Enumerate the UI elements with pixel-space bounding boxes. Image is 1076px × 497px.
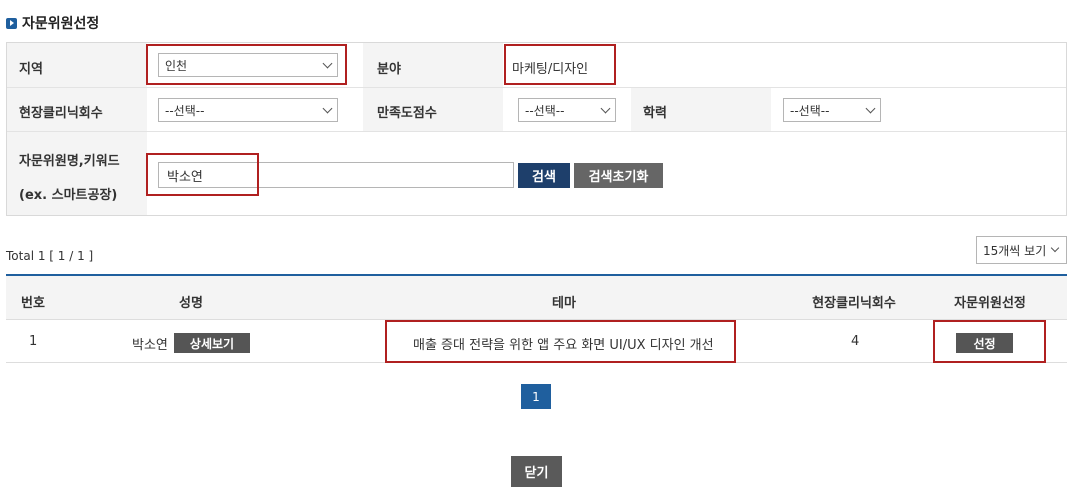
chevron-down-icon xyxy=(600,103,611,114)
page-size-select[interactable]: 15개씩 보기 xyxy=(976,236,1067,264)
results-table-header: 번호 성명 테마 현장클리닉회수 자문위원선정 xyxy=(6,274,1067,320)
clinic-count-label: 현장클리닉회수 xyxy=(19,106,103,121)
pagination-current-page[interactable]: 1 xyxy=(521,384,551,409)
column-header-select: 자문위원선정 xyxy=(954,296,1026,311)
clinic-count-select-value: --선택-- xyxy=(165,103,205,118)
row-clinic-count: 4 xyxy=(851,334,860,349)
education-select[interactable]: --선택-- xyxy=(783,98,881,122)
highlight-box xyxy=(146,44,347,85)
chevron-down-icon xyxy=(865,103,876,114)
keyword-label: 자문위원명,키워드 xyxy=(19,154,120,169)
page-title: 자문위원선정 xyxy=(6,13,99,33)
total-count: Total 1 [ 1 / 1 ] xyxy=(6,249,94,263)
region-label: 지역 xyxy=(19,62,43,77)
row-divider xyxy=(7,131,1066,132)
highlight-box xyxy=(504,44,616,85)
keyword-example: (ex. 스마트공장) xyxy=(19,188,118,203)
row-number: 1 xyxy=(29,334,38,349)
highlight-box xyxy=(146,153,259,196)
detail-button[interactable]: 상세보기 xyxy=(174,333,250,353)
page-size-value: 15개씩 보기 xyxy=(983,243,1047,258)
reset-search-button[interactable]: 검색초기화 xyxy=(574,163,663,188)
satisfaction-select[interactable]: --선택-- xyxy=(518,98,616,122)
column-header-name: 성명 xyxy=(179,296,203,311)
clinic-count-select[interactable]: --선택-- xyxy=(158,98,338,122)
education-label: 학력 xyxy=(643,106,667,121)
search-button[interactable]: 검색 xyxy=(518,163,570,188)
chevron-down-icon xyxy=(322,103,333,114)
row-name: 박소연 xyxy=(132,338,168,353)
field-label: 분야 xyxy=(377,62,401,77)
column-header-clinic-count: 현장클리닉회수 xyxy=(812,296,896,311)
play-bullet-icon xyxy=(6,17,17,29)
chevron-down-icon xyxy=(1050,243,1060,253)
column-header-number: 번호 xyxy=(21,296,45,311)
close-button[interactable]: 닫기 xyxy=(511,456,562,487)
highlight-box xyxy=(385,320,736,363)
highlight-box xyxy=(933,320,1046,363)
page-title-text: 자문위원선정 xyxy=(22,16,100,32)
row-divider xyxy=(7,87,1066,88)
education-select-value: --선택-- xyxy=(790,103,830,118)
satisfaction-label: 만족도점수 xyxy=(377,106,437,121)
satisfaction-select-value: --선택-- xyxy=(525,103,565,118)
column-header-theme: 테마 xyxy=(552,296,576,311)
